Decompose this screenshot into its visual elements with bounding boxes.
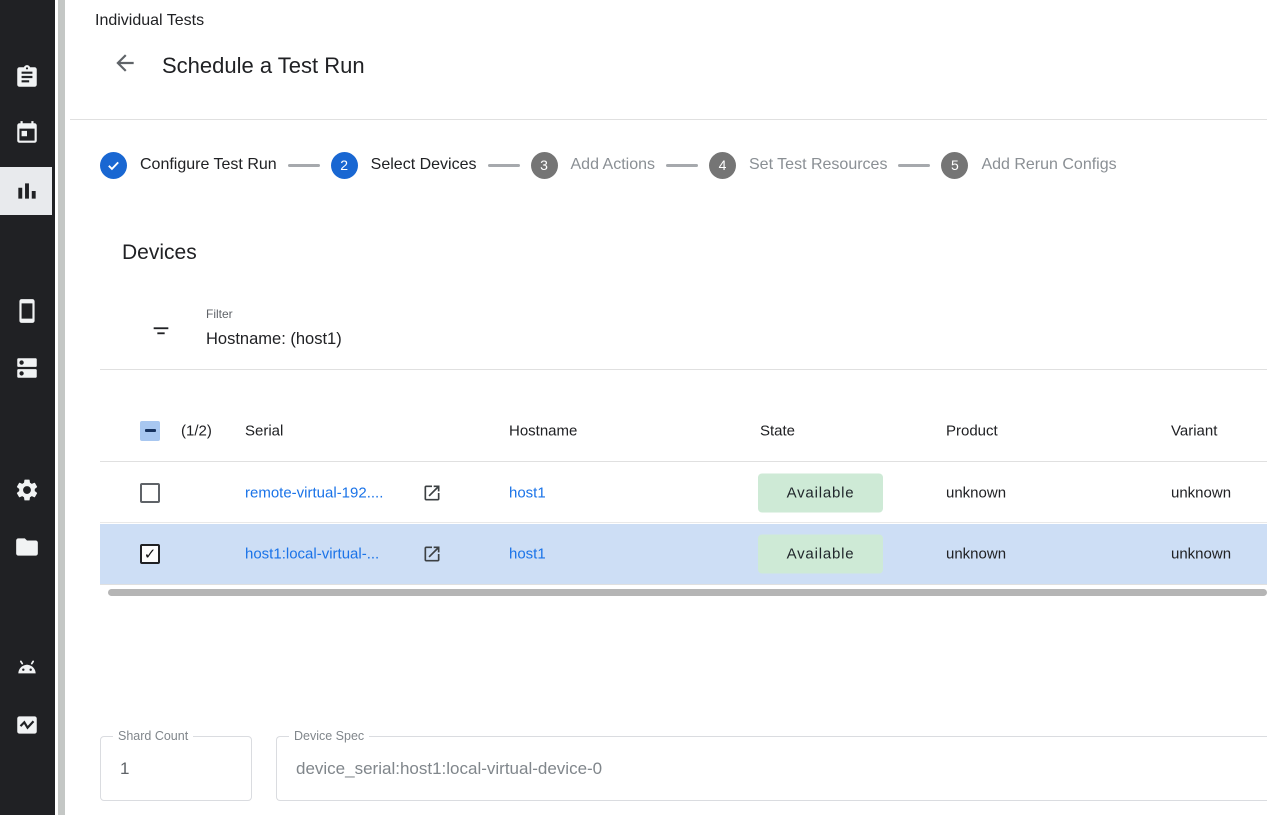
step-set-test-resources[interactable]: 4 Set Test Resources bbox=[709, 152, 887, 179]
step-configure-test-run[interactable]: Configure Test Run bbox=[100, 152, 277, 179]
state-badge: Available bbox=[758, 535, 883, 574]
step-connector bbox=[666, 164, 698, 167]
indeterminate-dash-icon bbox=[145, 429, 156, 432]
device-variant: unknown bbox=[1171, 484, 1231, 501]
column-header-hostname: Hostname bbox=[509, 422, 577, 439]
stepper: Configure Test Run 2 Select Devices 3 Ad… bbox=[100, 141, 1267, 189]
row-checkbox-checked[interactable] bbox=[140, 544, 160, 564]
select-all-checkbox[interactable] bbox=[140, 421, 160, 441]
schedule-test-run-screen: Individual Tests Schedule a Test Run Con… bbox=[0, 0, 1267, 815]
vertical-scrollbar[interactable] bbox=[58, 0, 65, 815]
device-row-selected: host1:local-virtual-... host1 Available … bbox=[100, 524, 1267, 585]
column-header-serial: Serial bbox=[245, 422, 283, 439]
back-button[interactable] bbox=[111, 50, 139, 78]
step-add-actions[interactable]: 3 Add Actions bbox=[531, 152, 656, 179]
settings-icon[interactable] bbox=[14, 477, 40, 503]
filter-icon[interactable] bbox=[150, 320, 172, 342]
android-icon[interactable] bbox=[14, 655, 40, 681]
step-connector bbox=[488, 164, 520, 167]
filter-input[interactable]: Hostname: (host1) bbox=[206, 330, 342, 349]
folder-icon[interactable] bbox=[14, 534, 40, 560]
step-4-label: Set Test Resources bbox=[749, 156, 887, 174]
column-header-state: State bbox=[760, 422, 795, 439]
device-spec-label: Device Spec bbox=[289, 729, 369, 743]
sidebar bbox=[0, 0, 55, 815]
arrow-back-icon bbox=[112, 50, 138, 76]
column-header-product: Product bbox=[946, 422, 998, 439]
step-5-label: Add Rerun Configs bbox=[981, 156, 1116, 174]
filter-label: Filter bbox=[206, 307, 233, 321]
step-2-label: Select Devices bbox=[371, 156, 477, 174]
device-spec-field[interactable]: Device Spec device_serial:host1:local-vi… bbox=[276, 736, 1267, 801]
step-5-number: 5 bbox=[941, 152, 968, 179]
step-select-devices[interactable]: 2 Select Devices bbox=[331, 152, 477, 179]
calendar-icon[interactable] bbox=[14, 120, 40, 146]
device-product: unknown bbox=[946, 484, 1006, 501]
step-4-number: 4 bbox=[709, 152, 736, 179]
open-in-new-icon[interactable] bbox=[422, 483, 442, 503]
step-3-label: Add Actions bbox=[571, 156, 656, 174]
device-spec-value: device_serial:host1:local-virtual-device… bbox=[296, 759, 602, 779]
bar-chart-icon[interactable] bbox=[14, 178, 40, 204]
horizontal-scrollbar[interactable] bbox=[108, 589, 1267, 596]
step-connector bbox=[288, 164, 320, 167]
selection-count: (1/2) bbox=[181, 422, 212, 439]
device-hostname-link[interactable]: host1 bbox=[509, 546, 546, 563]
page-title: Schedule a Test Run bbox=[162, 53, 365, 79]
device-hostname-link[interactable]: host1 bbox=[509, 484, 546, 501]
step-1-check-icon bbox=[100, 152, 127, 179]
device-serial-link[interactable]: host1:local-virtual-... bbox=[245, 546, 379, 563]
device-product: unknown bbox=[946, 546, 1006, 563]
device-row: remote-virtual-192.... host1 Available u… bbox=[100, 463, 1267, 523]
step-3-number: 3 bbox=[531, 152, 558, 179]
smartphone-icon[interactable] bbox=[14, 298, 40, 324]
monitoring-icon[interactable] bbox=[14, 712, 40, 738]
devices-heading: Devices bbox=[122, 241, 197, 265]
step-2-number: 2 bbox=[331, 152, 358, 179]
step-1-label: Configure Test Run bbox=[140, 156, 277, 174]
step-add-rerun-configs[interactable]: 5 Add Rerun Configs bbox=[941, 152, 1116, 179]
row-checkbox[interactable] bbox=[140, 483, 160, 503]
tasks-icon[interactable] bbox=[14, 64, 40, 90]
section-title: Individual Tests bbox=[95, 12, 204, 30]
device-list-icon[interactable] bbox=[14, 355, 40, 381]
header-divider bbox=[70, 119, 1267, 120]
filter-underline bbox=[100, 369, 1267, 370]
step-connector bbox=[898, 164, 930, 167]
device-serial-link[interactable]: remote-virtual-192.... bbox=[245, 484, 383, 501]
table-header: (1/2) Serial Hostname State Product Vari… bbox=[100, 400, 1267, 462]
device-variant: unknown bbox=[1171, 546, 1231, 563]
shard-count-field[interactable]: Shard Count 1 bbox=[100, 736, 252, 801]
column-header-variant: Variant bbox=[1171, 422, 1217, 439]
shard-count-label: Shard Count bbox=[113, 729, 193, 743]
shard-count-value: 1 bbox=[120, 759, 129, 779]
state-badge: Available bbox=[758, 473, 883, 512]
open-in-new-icon[interactable] bbox=[422, 544, 442, 564]
